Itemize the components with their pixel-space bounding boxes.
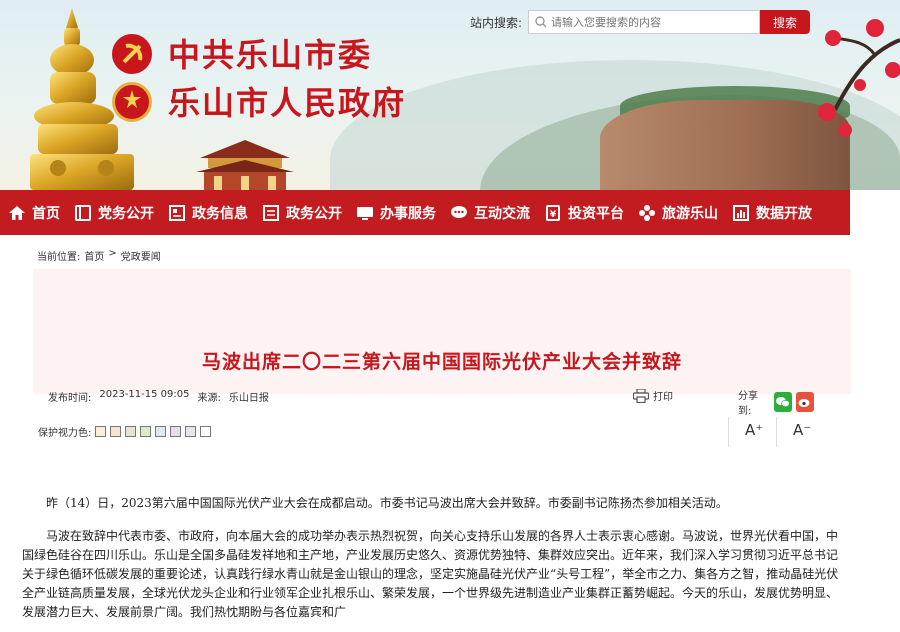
nav-label: 政务公开 <box>286 205 342 222</box>
nav-label: 党务公开 <box>98 205 154 222</box>
nav-label: 旅游乐山 <box>662 205 718 222</box>
svg-text:¥: ¥ <box>550 210 557 220</box>
divider <box>776 417 777 447</box>
eyecare-swatch[interactable] <box>95 426 107 437</box>
site-title-party: 中共乐山市委 <box>168 36 373 74</box>
header-banner: 中共乐山市委 乐山市人民政府 站内搜索: 搜索 <box>0 0 900 190</box>
article-title: 马波出席二〇二三第六届中国国际光伏产业大会并致辞 <box>201 351 682 373</box>
nav-label: 投资平台 <box>568 205 624 222</box>
home-icon <box>8 204 26 222</box>
news-icon <box>168 204 186 222</box>
share-bar: 分享到: <box>738 387 818 417</box>
breadcrumb-current-link[interactable]: 党政要闻 <box>121 248 161 263</box>
list-icon <box>262 204 280 222</box>
article-body: 昨（14）日，2023第六届中国国际光伏产业大会在成都启动。市委书记马波出席大会… <box>22 494 840 632</box>
nav-label: 办事服务 <box>380 205 436 222</box>
article-paragraph: 马波在致辞中代表市委、市政府，向本届大会的成功举办表示热烈祝贺，向关心支持乐山发… <box>22 529 839 619</box>
plum-blossom-branch <box>818 19 900 137</box>
font-decrease-button[interactable]: A⁻ <box>793 421 811 439</box>
temple-image <box>196 140 294 190</box>
nav-item-gov-affairs[interactable]: 政务公开 <box>262 203 342 223</box>
monitor-icon <box>356 204 374 222</box>
weibo-share-icon[interactable] <box>796 392 814 412</box>
publish-time-label: 发布时间: <box>48 393 92 404</box>
breadcrumb: 当前位置: 首页 > 党政要闻 <box>37 248 165 263</box>
book-icon <box>74 204 92 222</box>
nav-item-party-affairs[interactable]: 党务公开 <box>74 203 154 223</box>
main-nav: 首页 党务公开 政务信息 政务公开 办事服务 互动交流 ¥ 投资平台 旅游乐山 … <box>0 190 850 235</box>
nav-item-tourism[interactable]: 旅游乐山 <box>638 203 718 223</box>
site-title-government: 乐山市人民政府 <box>168 84 407 122</box>
divider <box>728 417 729 447</box>
printer-icon <box>633 388 649 403</box>
nav-item-open-data[interactable]: 数据开放 <box>732 203 812 223</box>
nav-item-services[interactable]: 办事服务 <box>356 203 436 223</box>
search-input[interactable] <box>551 15 752 29</box>
nav-label: 数据开放 <box>756 205 812 222</box>
breadcrumb-home-link[interactable]: 首页 <box>84 248 104 263</box>
search-button[interactable]: 搜索 <box>760 10 811 34</box>
eyecare-color-picker: 保护视力色: <box>38 424 212 439</box>
source-label: 来源: <box>197 393 221 404</box>
nav-item-home[interactable]: 首页 <box>8 203 60 223</box>
national-emblem-icon <box>112 82 152 122</box>
eyecare-swatch[interactable] <box>185 426 197 437</box>
publish-info: 发布时间: 2023-11-15 09:05 来源: 乐山日报 <box>48 389 277 404</box>
breadcrumb-label: 当前位置: <box>37 252 81 263</box>
eyecare-label: 保护视力色: <box>38 428 92 439</box>
eyecare-swatch[interactable] <box>170 426 182 437</box>
nav-label: 互动交流 <box>474 205 530 222</box>
source-value: 乐山日报 <box>228 393 269 404</box>
page: 中共乐山市委 乐山市人民政府 站内搜索: 搜索 首页 <box>0 0 900 632</box>
search-box[interactable] <box>528 10 761 34</box>
print-button[interactable]: 打印 <box>633 388 673 403</box>
eyecare-swatch[interactable] <box>110 426 122 437</box>
site-search: 站内搜索: 搜索 <box>470 10 811 34</box>
right-margin <box>850 190 900 632</box>
eyecare-swatch[interactable] <box>125 426 137 437</box>
eyecare-swatch[interactable] <box>155 426 167 437</box>
article-meta: 发布时间: 2023-11-15 09:05 来源: 乐山日报 打印 分享到: <box>48 385 818 417</box>
font-increase-button[interactable]: A⁺ <box>745 421 763 439</box>
article-container: 当前位置: 首页 > 党政要闻 马波出席二〇二三第六届中国国际光伏产业大会并致辞… <box>18 235 851 632</box>
nav-item-gov-info[interactable]: 政务信息 <box>168 203 248 223</box>
eyecare-swatch[interactable] <box>140 426 152 437</box>
search-icon <box>535 16 547 28</box>
publish-time: 2023-11-15 09:05 <box>99 389 190 400</box>
nav-item-investment[interactable]: ¥ 投资平台 <box>544 203 624 223</box>
investment-icon: ¥ <box>544 204 562 222</box>
eyecare-swatch[interactable] <box>200 426 212 437</box>
nav-item-interaction[interactable]: 互动交流 <box>450 203 530 223</box>
nav-label: 政务信息 <box>192 205 248 222</box>
article-header: 马波出席二〇二三第六届中国国际光伏产业大会并致辞 <box>33 269 851 394</box>
chat-icon <box>450 204 468 222</box>
share-label: 分享到: <box>738 391 758 417</box>
left-margin <box>0 235 18 632</box>
print-label: 打印 <box>653 392 673 403</box>
flower-icon <box>638 204 656 222</box>
wechat-share-icon[interactable] <box>774 392 792 412</box>
breadcrumb-separator: > <box>108 248 117 259</box>
party-emblem-icon <box>112 34 152 74</box>
article-paragraph: 昨（14）日，2023第六届中国国际光伏产业大会在成都启动。市委书记马波出席大会… <box>46 496 728 510</box>
search-label: 站内搜索: <box>470 15 523 30</box>
nav-label: 首页 <box>32 205 60 222</box>
chart-icon <box>732 204 750 222</box>
